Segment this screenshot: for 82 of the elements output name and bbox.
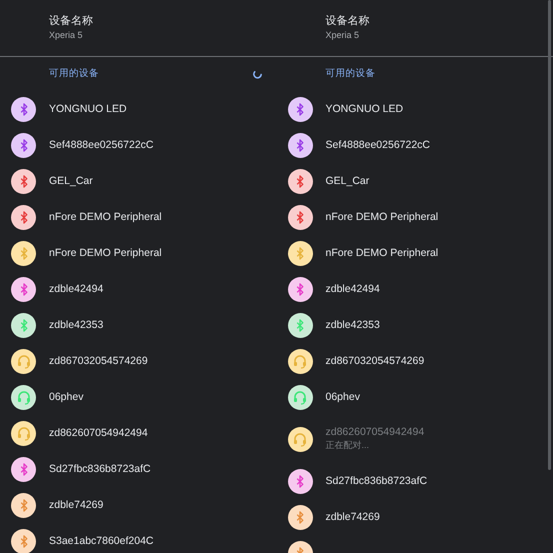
device-name: nFore DEMO Peripheral: [49, 210, 162, 224]
bluetooth-icon: [18, 102, 28, 116]
bluetooth-icon: [295, 246, 305, 260]
device-name: 06phev: [49, 390, 84, 404]
device-name: GEL_Car: [49, 174, 93, 188]
bluetooth-icon: [295, 174, 305, 188]
device-list-item[interactable]: Sd27fbc836b8723afC: [276, 463, 553, 499]
device-name: GEL_Car: [326, 174, 370, 188]
bluetooth-icon: [18, 246, 28, 260]
device-name-value: Xperia 5: [326, 29, 360, 42]
bluetooth-icon: [18, 210, 28, 224]
device-list-item[interactable]: YONGNUO LED: [276, 91, 553, 127]
device-name: Sef4888ee0256722cC: [326, 138, 430, 152]
device-list-item[interactable]: Sef4888ee0256722cC: [276, 127, 553, 163]
scrollbar[interactable]: [548, 0, 551, 470]
device-list-item[interactable]: GEL_Car: [276, 163, 553, 199]
device-name: nFore DEMO Peripheral: [326, 246, 438, 260]
bluetooth-icon: [295, 138, 305, 152]
bluetooth-icon: [295, 210, 305, 224]
device-name: zdble74269: [49, 498, 104, 512]
device-list-item[interactable]: zd862607054942494: [0, 415, 276, 451]
device-name: S3ae1abc7860ef204C: [49, 534, 154, 548]
pairing-status: 正在配对...: [326, 439, 370, 452]
headset-icon: [16, 354, 30, 368]
device-name: YONGNUO LED: [326, 102, 404, 116]
device-name: nFore DEMO Peripheral: [326, 210, 438, 224]
device-list-item[interactable]: S3ae1abc7860ef204C: [0, 523, 276, 553]
bluetooth-icon: [295, 474, 305, 488]
device-name-label: 设备名称: [326, 14, 370, 29]
bluetooth-icon: [18, 174, 28, 188]
device-name: zd862607054942494: [326, 426, 424, 439]
device-name: zdble42353: [49, 318, 104, 332]
device-list-item[interactable]: zdble42353: [0, 307, 276, 343]
bluetooth-icon: [18, 138, 28, 152]
device-list-item[interactable]: 06phev: [0, 379, 276, 415]
bluetooth-icon: [18, 498, 28, 512]
bluetooth-icon: [295, 318, 305, 332]
device-list-item[interactable]: YONGNUO LED: [0, 91, 276, 127]
device-list-item[interactable]: zdble42353: [276, 307, 553, 343]
device-list-item[interactable]: zd867032054574269: [276, 343, 553, 379]
device-name: Sd27fbc836b8723afC: [326, 474, 428, 488]
bluetooth-icon: [18, 534, 28, 548]
device-name-label: 设备名称: [49, 14, 94, 29]
device-name: 06phev: [326, 390, 360, 404]
device-list-item[interactable]: zd867032054574269: [0, 343, 276, 379]
device-list-item[interactable]: GEL_Car: [0, 163, 276, 199]
device-list-item[interactable]: zdble74269: [0, 487, 276, 523]
device-list-item[interactable]: nFore DEMO Peripheral: [276, 235, 553, 271]
headset-icon: [293, 390, 307, 404]
headset-icon: [16, 390, 30, 404]
device-list-item[interactable]: zdble42494: [0, 271, 276, 307]
device-list-item[interactable]: nFore DEMO Peripheral: [0, 199, 276, 235]
bluetooth-icon: [18, 462, 28, 476]
device-name: Sef4888ee0256722cC: [49, 138, 154, 152]
bluetooth-icon: [295, 510, 305, 524]
bluetooth-icon: [18, 282, 28, 296]
bluetooth-icon: [295, 282, 305, 296]
device-name: nFore DEMO Peripheral: [49, 246, 162, 260]
device-list-item[interactable]: Sd27fbc836b8723afC: [0, 451, 276, 487]
device-list-item[interactable]: Sef4888ee0256722cC: [0, 127, 276, 163]
section-title: 可用的设备: [49, 66, 99, 81]
device-list-item[interactable]: nFore DEMO Peripheral: [276, 199, 553, 235]
device-list-item[interactable]: 06phev: [276, 379, 553, 415]
device-name: zd862607054942494: [49, 426, 148, 440]
device-name: zdble42494: [326, 282, 380, 296]
device-list-item[interactable]: zdble74269: [276, 499, 553, 535]
device-name-value: Xperia 5: [49, 29, 84, 42]
device-name: zd867032054574269: [326, 354, 424, 368]
headset-icon: [16, 426, 30, 440]
device-name: zdble42353: [326, 318, 380, 332]
device-name: Sd27fbc836b8723afC: [49, 462, 151, 476]
headset-icon: [293, 354, 307, 368]
section-title: 可用的设备: [326, 66, 376, 81]
device-name: zd867032054574269: [49, 354, 148, 368]
device-list-item[interactable]: zdble42494: [276, 271, 553, 307]
bluetooth-icon: [18, 318, 28, 332]
device-list-item[interactable]: nFore DEMO Peripheral: [0, 235, 276, 271]
device-name: YONGNUO LED: [49, 102, 127, 116]
device-name: zdble74269: [326, 510, 380, 524]
bluetooth-icon: [295, 102, 305, 116]
headset-icon: [293, 432, 307, 446]
device-name: zdble42494: [49, 282, 104, 296]
